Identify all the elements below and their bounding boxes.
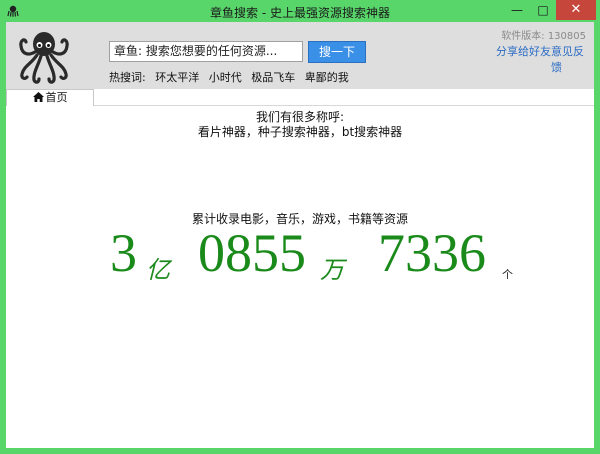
count-ge-value: 7336 bbox=[378, 223, 486, 283]
octopus-logo bbox=[19, 32, 69, 84]
tab-home-label: 首页 bbox=[45, 91, 68, 104]
share-link[interactable]: 分享给好友 bbox=[496, 43, 551, 59]
hot-search-row: 热搜词: 环太平洋 小时代 极品飞车 卑鄙的我 bbox=[109, 69, 355, 84]
hot-search-label: 热搜词: bbox=[109, 71, 146, 84]
hot-search-word[interactable]: 极品飞车 bbox=[251, 71, 295, 84]
hot-search-word[interactable]: 小时代 bbox=[209, 71, 242, 84]
header-bar: 章鱼: 搜索您想要的任何资源... 搜一下 热搜词: 环太平洋 小时代 极品飞车… bbox=[6, 22, 594, 89]
count-ge-unit: 个 bbox=[502, 268, 513, 281]
tab-divider bbox=[94, 105, 594, 106]
tab-home[interactable]: 首页 bbox=[6, 89, 94, 106]
resource-counter: 3 亿 0855 万 7336 个 bbox=[106, 222, 556, 292]
app-window: 章鱼搜索 - 史上最强资源搜索神器 — □ ✕ 章鱼: 搜索您想要的任何资源..… bbox=[0, 0, 600, 454]
count-wan-value: 0855 bbox=[198, 223, 306, 283]
title-bar: 章鱼搜索 - 史上最强资源搜索神器 — □ ✕ bbox=[0, 0, 600, 22]
count-wan-unit: 万 bbox=[320, 258, 344, 284]
hot-search-word[interactable]: 卑鄙的我 bbox=[305, 71, 349, 84]
hot-search-word[interactable]: 环太平洋 bbox=[155, 71, 199, 84]
home-icon bbox=[32, 92, 44, 102]
client-area: 章鱼: 搜索您想要的任何资源... 搜一下 热搜词: 环太平洋 小时代 极品飞车… bbox=[6, 22, 594, 448]
feedback-link[interactable]: 意见反馈 bbox=[551, 43, 594, 75]
close-button[interactable]: ✕ bbox=[556, 0, 596, 20]
count-yi-unit: 亿 bbox=[146, 258, 170, 284]
version-label: 软件版本: 130805 bbox=[501, 31, 586, 42]
intro-line-2: 看片神器，种子搜索神器，bt搜索神器 bbox=[197, 125, 403, 139]
maximize-button[interactable]: □ bbox=[530, 0, 556, 20]
search-input[interactable]: 章鱼: 搜索您想要的任何资源... bbox=[109, 41, 303, 62]
count-yi-value: 3 bbox=[110, 223, 137, 283]
minimize-button[interactable]: — bbox=[504, 0, 530, 20]
search-button[interactable]: 搜一下 bbox=[308, 41, 366, 63]
